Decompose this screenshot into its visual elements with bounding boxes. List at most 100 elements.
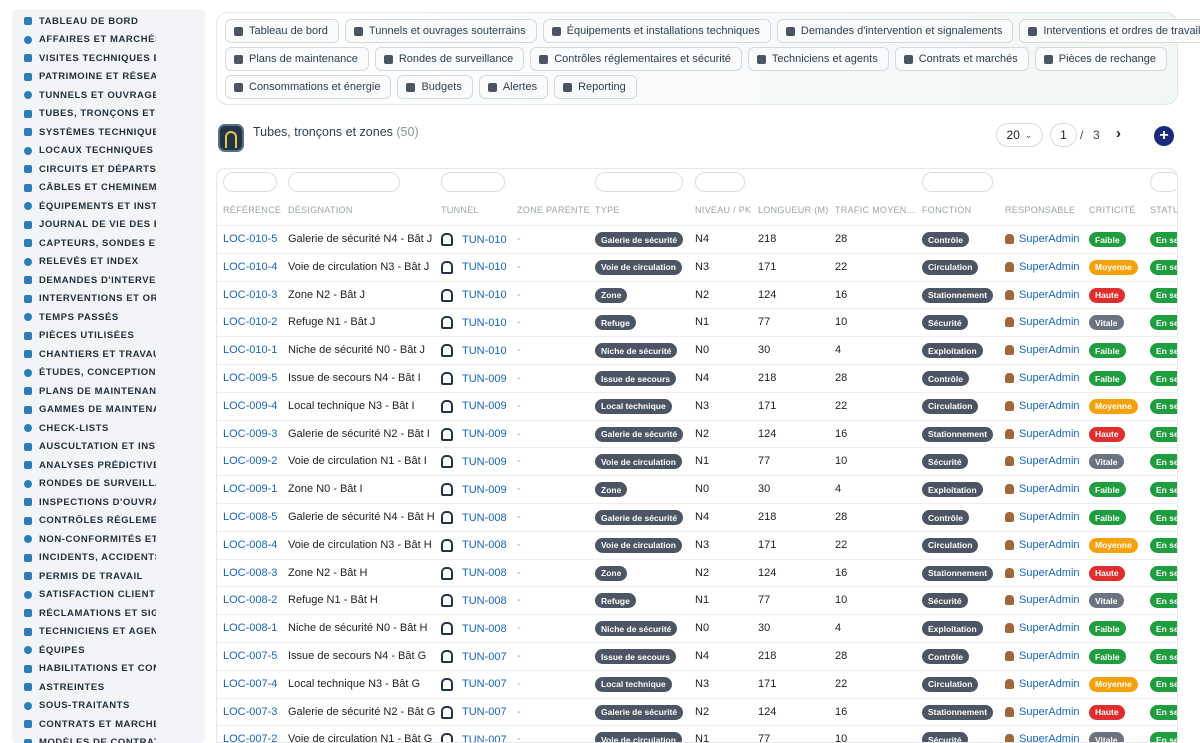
column-header[interactable]: LONGUEUR (M): [758, 205, 829, 215]
table-row[interactable]: LOC-007-5 Issue de secours N4 - Bât G TUN-…: [217, 642, 1177, 670]
responsible-link[interactable]: SuperAdmin: [1019, 372, 1080, 384]
sidebar-item[interactable]: TABLEAU DE BORD: [12, 12, 205, 31]
column-filter-input[interactable]: [223, 172, 277, 192]
sidebar-item[interactable]: TUNNELS ET OUVRAGES: [12, 86, 205, 105]
table-row[interactable]: LOC-008-2 Refuge N1 - Bât H TUN-008- Refuge…: [217, 586, 1177, 614]
column-filter-input[interactable]: [1150, 172, 1177, 192]
sidebar-item[interactable]: PERMIS DE TRAVAIL: [12, 567, 205, 586]
responsible-cell[interactable]: SuperAdmin: [1005, 316, 1080, 328]
responsible-link[interactable]: SuperAdmin: [1019, 594, 1080, 606]
reference-link[interactable]: LOC-008-5: [223, 511, 277, 523]
sidebar-item[interactable]: AUSCULTATION ET INSTR: [12, 438, 205, 457]
tunnel-link[interactable]: TUN-010: [462, 261, 507, 273]
tunnel-cell[interactable]: TUN-010: [441, 344, 507, 358]
responsible-cell[interactable]: SuperAdmin: [1005, 650, 1080, 662]
column-filter-input[interactable]: [595, 172, 683, 192]
add-button[interactable]: +: [1154, 126, 1174, 146]
responsible-link[interactable]: SuperAdmin: [1019, 706, 1080, 718]
nav-button[interactable]: Contrats et marchés: [894, 47, 1029, 71]
responsible-cell[interactable]: SuperAdmin: [1005, 706, 1080, 718]
reference-link[interactable]: LOC-009-5: [223, 372, 277, 384]
responsible-cell[interactable]: SuperAdmin: [1005, 372, 1080, 384]
column-header[interactable]: FONCTION: [922, 205, 971, 215]
sidebar-item[interactable]: CIRCUITS ET DÉPARTS ÉL: [12, 160, 205, 179]
tunnel-link[interactable]: TUN-009: [462, 428, 507, 440]
table-row[interactable]: LOC-008-3 Zone N2 - Bât H TUN-008- Zone N2 12…: [217, 558, 1177, 587]
tunnel-link[interactable]: TUN-008: [462, 623, 507, 635]
responsible-link[interactable]: SuperAdmin: [1019, 344, 1080, 356]
reference-link[interactable]: LOC-010-1: [223, 344, 277, 356]
sidebar-item[interactable]: CONTRÔLES RÉGLEMENT: [12, 512, 205, 531]
responsible-cell[interactable]: SuperAdmin: [1005, 455, 1080, 467]
responsible-cell[interactable]: SuperAdmin: [1005, 567, 1080, 579]
tunnel-link[interactable]: TUN-007: [462, 706, 507, 718]
column-header[interactable]: DÉSIGNATION: [288, 205, 353, 215]
tunnel-cell[interactable]: TUN-009: [441, 455, 507, 469]
sidebar-item[interactable]: ÉTUDES, CONCEPTION ET: [12, 364, 205, 383]
reference-link[interactable]: LOC-010-2: [223, 316, 277, 328]
sidebar-item[interactable]: PATRIMOINE ET RÉSEAUX: [12, 68, 205, 87]
nav-button[interactable]: Reporting: [554, 75, 637, 99]
tunnel-cell[interactable]: TUN-010: [441, 233, 507, 246]
tunnel-link[interactable]: TUN-010: [462, 289, 507, 301]
tunnel-cell[interactable]: TUN-008: [441, 538, 507, 552]
nav-button[interactable]: Demandes d'intervention et signalements: [776, 19, 1014, 43]
tunnel-cell[interactable]: TUN-009: [441, 427, 507, 441]
sidebar-item[interactable]: HABILITATIONS ET COMP: [12, 660, 205, 679]
tunnel-link[interactable]: TUN-009: [462, 484, 507, 496]
responsible-cell[interactable]: SuperAdmin: [1005, 233, 1080, 245]
tunnel-link[interactable]: TUN-007: [462, 678, 507, 690]
responsible-link[interactable]: SuperAdmin: [1019, 316, 1080, 328]
sidebar-item[interactable]: RONDES DE SURVEILLAN: [12, 475, 205, 494]
responsible-cell[interactable]: SuperAdmin: [1005, 678, 1080, 690]
responsible-link[interactable]: SuperAdmin: [1019, 428, 1080, 440]
nav-button[interactable]: Pièces de rechange: [1034, 47, 1167, 71]
table-row[interactable]: LOC-010-3 Zone N2 - Bât J TUN-010- Zone N2 12…: [217, 280, 1177, 309]
reference-link[interactable]: LOC-008-3: [223, 567, 277, 579]
responsible-link[interactable]: SuperAdmin: [1019, 289, 1080, 301]
tunnel-link[interactable]: TUN-008: [462, 567, 507, 579]
sidebar-item[interactable]: AFFAIRES ET MARCHÉS: [12, 31, 205, 50]
table-row[interactable]: LOC-010-2 Refuge N1 - Bât J TUN-010- Refuge…: [217, 308, 1177, 336]
sidebar-item[interactable]: INSPECTIONS D'OUVRAG: [12, 493, 205, 512]
tunnel-link[interactable]: TUN-007: [462, 651, 507, 663]
column-header[interactable]: TUNNEL: [441, 205, 479, 215]
nav-button[interactable]: Équipements et installations techniques: [542, 19, 771, 43]
sidebar-item[interactable]: MODÈLES DE CONTRATS: [12, 734, 205, 743]
sidebar-item[interactable]: CHECK-LISTS: [12, 419, 205, 438]
nav-button[interactable]: Plans de maintenance: [225, 47, 369, 71]
responsible-cell[interactable]: SuperAdmin: [1005, 344, 1080, 356]
tunnel-link[interactable]: TUN-009: [462, 400, 507, 412]
table-row[interactable]: LOC-007-3 Galerie de sécurité N2 - Bât G T…: [217, 697, 1177, 726]
tunnel-cell[interactable]: TUN-008: [441, 511, 507, 524]
responsible-link[interactable]: SuperAdmin: [1019, 678, 1080, 690]
reference-link[interactable]: LOC-007-3: [223, 706, 277, 718]
table-row[interactable]: LOC-008-4 Voie de circulation N3 - Bât H T…: [217, 530, 1177, 559]
responsible-cell[interactable]: SuperAdmin: [1005, 400, 1080, 412]
sidebar-item[interactable]: NON-CONFORMITÉS ET A: [12, 530, 205, 549]
sidebar-item[interactable]: SATISFACTION CLIENT: [12, 586, 205, 605]
tunnel-cell[interactable]: TUN-007: [441, 650, 507, 663]
sidebar-item[interactable]: TEMPS PASSÉS: [12, 308, 205, 327]
column-filter-input[interactable]: [922, 172, 993, 192]
sidebar-item[interactable]: CAPTEURS, SONDES ET C: [12, 234, 205, 253]
tunnel-cell[interactable]: TUN-009: [441, 483, 507, 497]
nav-button[interactable]: Consommations et énergie: [225, 75, 392, 99]
table-row[interactable]: LOC-009-4 Local technique N3 - Bât I TUN-0…: [217, 391, 1177, 420]
nav-button[interactable]: Interventions et ordres de travail: [1019, 19, 1200, 43]
table-row[interactable]: LOC-009-1 Zone N0 - Bât I TUN-009- Zone N0 30…: [217, 475, 1177, 503]
tunnel-cell[interactable]: TUN-010: [441, 260, 507, 274]
tunnel-cell[interactable]: TUN-009: [441, 372, 507, 385]
sidebar-item[interactable]: PLANS DE MAINTENANCE: [12, 382, 205, 401]
responsible-link[interactable]: SuperAdmin: [1019, 622, 1080, 634]
responsible-cell[interactable]: SuperAdmin: [1005, 428, 1080, 440]
sidebar-item[interactable]: RELEVÉS ET INDEX: [12, 253, 205, 272]
sidebar-item[interactable]: SOUS-TRAITANTS: [12, 697, 205, 716]
responsible-link[interactable]: SuperAdmin: [1019, 733, 1080, 742]
reference-link[interactable]: LOC-009-2: [223, 455, 277, 467]
sidebar-item[interactable]: GAMMES DE MAINTENAN: [12, 401, 205, 420]
tunnel-cell[interactable]: TUN-008: [441, 622, 507, 636]
sidebar-item[interactable]: JOURNAL DE VIE DES ÉQ: [12, 216, 205, 235]
column-filter-input[interactable]: [695, 172, 745, 192]
nav-button[interactable]: Tunnels et ouvrages souterrains: [344, 19, 537, 43]
